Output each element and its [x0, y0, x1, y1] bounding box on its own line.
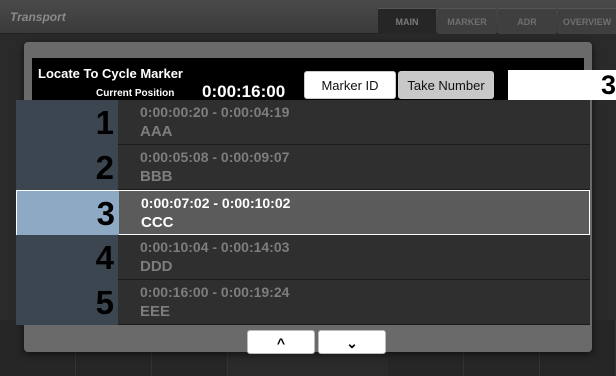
take-number-button[interactable]: Take Number	[398, 71, 494, 99]
scroll-down-button[interactable]: ⌄	[318, 330, 386, 354]
marker-range: 0:00:07:02 - 0:00:10:02	[141, 195, 291, 211]
chevron-down-icon: ⌄	[346, 335, 358, 351]
app-topbar: Transport MAIN MARKER ADR OVERVIEW	[0, 0, 616, 34]
marker-index: 3	[96, 195, 115, 232]
scroll-up-button[interactable]: ^	[247, 330, 315, 354]
marker-index: 5	[95, 284, 114, 321]
marker-row-3[interactable]: 3 0:00:07:02 - 0:00:10:02 CCC	[16, 190, 590, 236]
marker-index: 2	[95, 149, 114, 186]
marker-range: 0:00:05:08 - 0:00:09:07	[140, 149, 290, 165]
tab-main[interactable]: MAIN	[378, 8, 436, 34]
marker-name: BBB	[140, 168, 173, 185]
marker-range: 0:00:16:00 - 0:00:19:24	[140, 284, 290, 300]
marker-name: CCC	[141, 214, 174, 231]
marker-list[interactable]: 1 0:00:00:20 - 0:00:04:19 AAA 2 0:00:05:…	[16, 100, 590, 326]
marker-index: 4	[95, 239, 114, 276]
marker-row-5[interactable]: 5 0:00:16:00 - 0:00:19:24 EEE	[16, 280, 590, 325]
tab-overview[interactable]: OVERVIEW	[558, 8, 616, 34]
marker-name: AAA	[140, 123, 173, 140]
marker-number-field[interactable]: 3	[508, 70, 616, 100]
top-tabs: MAIN MARKER ADR OVERVIEW	[376, 8, 616, 34]
chevron-up-icon: ^	[276, 335, 286, 351]
marker-range: 0:00:10:04 - 0:00:14:03	[140, 239, 290, 255]
current-position-label: Current Position	[96, 88, 175, 99]
marker-range: 0:00:00:20 - 0:00:04:19	[140, 104, 290, 120]
marker-index-cell: 4	[16, 235, 118, 280]
marker-row-2[interactable]: 2 0:00:05:08 - 0:00:09:07 BBB	[16, 145, 590, 190]
tab-marker[interactable]: MARKER	[438, 8, 496, 34]
marker-index: 1	[95, 104, 114, 141]
marker-row-4[interactable]: 4 0:00:10:04 - 0:00:14:03 DDD	[16, 235, 590, 280]
marker-index-cell: 1	[16, 100, 118, 145]
marker-index-cell: 3	[17, 191, 119, 236]
marker-row-1[interactable]: 1 0:00:00:20 - 0:00:04:19 AAA	[16, 100, 590, 145]
marker-index-cell: 5	[16, 280, 118, 325]
dialog-title: Locate To Cycle Marker	[38, 66, 183, 81]
marker-id-button[interactable]: Marker ID	[304, 71, 396, 99]
marker-index-cell: 2	[16, 145, 118, 190]
marker-name: DDD	[140, 258, 173, 275]
marker-name: EEE	[140, 303, 171, 320]
app-title: Transport	[10, 10, 66, 24]
current-position-value: 0:00:16:00	[202, 82, 286, 101]
tab-adr[interactable]: ADR	[498, 8, 556, 34]
